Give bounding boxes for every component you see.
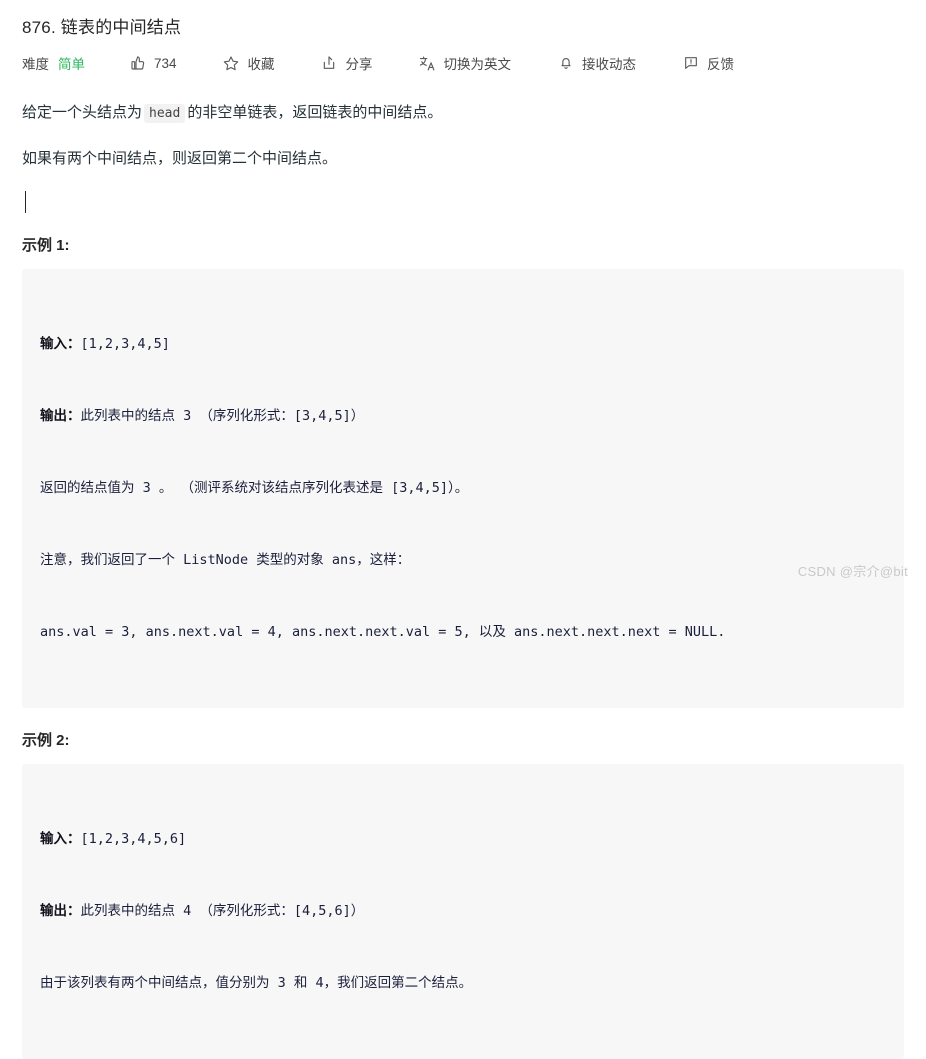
code-line: 输入：[1,2,3,4,5,6] [40, 827, 886, 851]
thumbs-up-icon [129, 55, 146, 72]
description-text-after: 的非空单链表，返回链表的中间结点。 [187, 104, 443, 121]
inline-code-head: head [144, 104, 186, 123]
difficulty-label: 难度 [22, 57, 49, 72]
code-line-label: 输入： [40, 336, 81, 352]
problem-page: 876. 链表的中间结点 难度 简单 734 收藏 分享 切换为英文 接收动态 … [0, 0, 926, 1059]
difficulty-value: 简单 [58, 57, 85, 72]
description-paragraph-2: 如果有两个中间结点，则返回第二个中间结点。 [22, 150, 338, 167]
code-line-value: 返回的结点值为 3 。 （测评系统对该结点序列化表述是 [3,4,5]）。 [40, 480, 469, 496]
subscribe-label: 接收动态 [582, 57, 637, 72]
example-2-heading: 示例 2: [22, 732, 70, 749]
example-2-code-block: 输入：[1,2,3,4,5,6] 输出：此列表中的结点 4 （序列化形式：[4,… [22, 764, 904, 1059]
feedback-icon [682, 55, 699, 72]
code-line: 返回的结点值为 3 。 （测评系统对该结点序列化表述是 [3,4,5]）。 [40, 476, 886, 500]
translate-icon [419, 55, 436, 72]
code-line-value: 此列表中的结点 4 （序列化形式：[4,5,6]） [80, 903, 365, 919]
code-line: 输入：[1,2,3,4,5] [40, 332, 886, 356]
difficulty-badge: 难度 简单 [22, 53, 85, 73]
favorite-label: 收藏 [247, 57, 275, 72]
code-line-value: 由于该列表有两个中间结点，值分别为 3 和 4，我们返回第二个结点。 [40, 975, 473, 991]
code-line-value: 此列表中的结点 3 （序列化形式：[3,4,5]） [80, 408, 365, 424]
favorite-button[interactable]: 收藏 [223, 53, 275, 73]
code-line-value: 注意，我们返回了一个 ListNode 类型的对象 ans，这样： [40, 552, 411, 568]
translate-button[interactable]: 切换为英文 [419, 53, 512, 73]
feedback-button[interactable]: 反馈 [682, 53, 734, 73]
share-icon [321, 55, 338, 72]
vote-button[interactable]: 734 [129, 55, 177, 72]
code-line-label: 输出： [40, 408, 81, 424]
translate-label: 切换为英文 [443, 57, 512, 72]
example-1-code-block: 输入：[1,2,3,4,5] 输出：此列表中的结点 3 （序列化形式：[3,4,… [22, 269, 904, 708]
csdn-watermark: CSDN @宗介@bit [797, 564, 908, 579]
code-line: 由于该列表有两个中间结点，值分别为 3 和 4，我们返回第二个结点。 [40, 971, 886, 995]
description-text-before: 给定一个头结点为 [22, 104, 143, 121]
code-line-label: 输入： [40, 831, 81, 847]
share-button[interactable]: 分享 [321, 53, 373, 73]
code-line: 输出：此列表中的结点 3 （序列化形式：[3,4,5]） [40, 404, 886, 428]
code-line-value: [1,2,3,4,5] [80, 336, 170, 352]
subscribe-button[interactable]: 接收动态 [557, 53, 636, 73]
problem-meta-bar: 难度 简单 734 收藏 分享 切换为英文 接收动态 反馈 [22, 52, 904, 74]
code-line: ans.val = 3, ans.next.val = 4, ans.next.… [40, 620, 886, 644]
code-line-label: 输出： [40, 903, 81, 919]
code-line: 注意，我们返回了一个 ListNode 类型的对象 ans，这样： [40, 548, 886, 572]
bell-icon [557, 55, 574, 72]
description-paragraph-1: 给定一个头结点为 head 的非空单链表，返回链表的中间结点。 [22, 100, 904, 127]
share-label: 分享 [345, 57, 373, 72]
text-cursor-caret [25, 191, 26, 213]
code-line-value: ans.val = 3, ans.next.val = 4, ans.next.… [40, 624, 726, 640]
feedback-label: 反馈 [707, 57, 735, 72]
example-1-heading: 示例 1: [22, 237, 70, 254]
star-icon [223, 55, 240, 72]
code-line: 输出：此列表中的结点 4 （序列化形式：[4,5,6]） [40, 899, 886, 923]
code-line-value: [1,2,3,4,5,6] [80, 831, 187, 847]
page-title: 876. 链表的中间结点 [22, 18, 182, 37]
vote-count: 734 [154, 55, 177, 71]
